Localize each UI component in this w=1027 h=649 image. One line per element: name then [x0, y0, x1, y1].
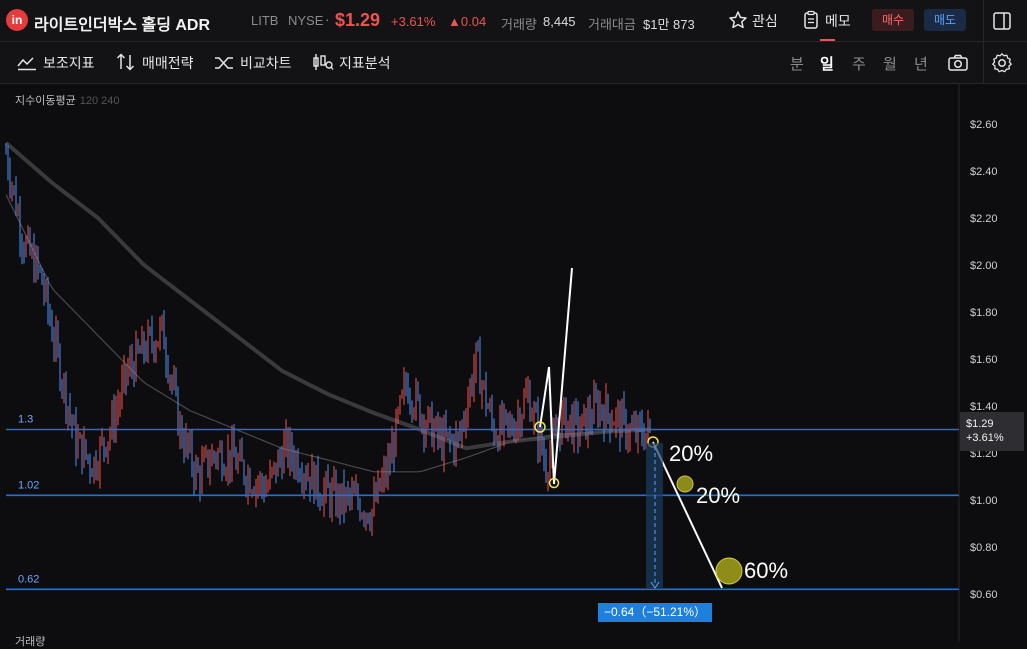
buy-button[interactable]: 매수	[872, 9, 914, 31]
settings-gear-icon[interactable]	[991, 52, 1013, 74]
period-week[interactable]: 주	[852, 53, 866, 74]
current-price: $1.29	[335, 10, 381, 30]
compare-label: 비교차트	[240, 55, 292, 71]
target-circle-large	[715, 557, 743, 585]
sell-button[interactable]: 매도	[924, 9, 966, 31]
y-tick-label: $2.60	[970, 119, 998, 131]
watchlist-button[interactable]: 관심	[728, 8, 778, 34]
candle-analysis-icon	[313, 54, 334, 70]
y-tick-label: $0.80	[970, 542, 998, 554]
horizontal-line-label: 1.3	[18, 414, 33, 426]
y-tick-label: $2.00	[970, 260, 998, 272]
annotation-20-second: 20%	[696, 483, 740, 508]
separator-dot: ·	[325, 11, 330, 27]
memo-label: 메모	[825, 13, 851, 29]
indicators-label: 보조지표	[43, 55, 95, 71]
camera-icon[interactable]	[947, 53, 969, 73]
chart-toolbar: 보조지표 매매전략 비교차트 지표분석 분 일 주 월 년	[0, 42, 1027, 84]
period-year[interactable]: 년	[914, 53, 928, 74]
change-amount: ▲0.04	[448, 14, 487, 29]
y-tick-label: $2.20	[970, 213, 998, 225]
price-tag-value: $1.29	[966, 418, 994, 430]
stock-logo-icon: in	[6, 9, 28, 31]
y-tick-label: $1.80	[970, 307, 998, 319]
horizontal-line-label: 0.62	[18, 573, 39, 585]
price-tag-change: +3.61%	[966, 432, 1004, 444]
analysis-button[interactable]: 지표분석	[312, 53, 391, 73]
up-down-arrows-icon	[116, 53, 135, 71]
stock-name: 라이트인더박스 홀딩 ADR	[34, 17, 211, 34]
amount-label: 거래대금	[588, 17, 636, 32]
period-day[interactable]: 일	[820, 53, 834, 74]
drawing-measure-range[interactable]	[646, 443, 663, 589]
compare-cross-icon	[215, 57, 233, 69]
y-tick-label: $1.00	[970, 495, 998, 507]
star-icon	[729, 11, 747, 29]
y-tick-label: $0.60	[970, 589, 998, 601]
ema-legend[interactable]: 지수이동평균 120 240	[15, 92, 120, 108]
measure-result-label: −0.64（−51.21%）	[598, 603, 712, 622]
indicators-button[interactable]: 보조지표	[17, 53, 95, 73]
exchange-label: NYSE	[288, 13, 324, 28]
watchlist-label: 관심	[752, 13, 778, 29]
header-bar: in 라이트인더박스 홀딩 ADR LITB NYSE · $1.29 +3.6…	[0, 0, 1027, 42]
horizontal-line-label: 1.02	[18, 479, 39, 491]
panel-divider	[983, 0, 984, 84]
strategy-label: 매매전략	[142, 55, 194, 71]
memo-icon	[804, 10, 818, 29]
volume-pane-label: 거래량	[15, 636, 46, 648]
compare-button[interactable]: 비교차트	[214, 53, 292, 73]
ticker-symbol: LITB	[251, 13, 279, 28]
indicator-chart-icon	[17, 57, 36, 71]
volume-label: 거래량	[501, 17, 537, 32]
price-chart[interactable]: $2.60$2.40$2.20$2.00$1.80$1.60$1.40$1.20…	[0, 84, 1027, 642]
current-price-tag: $1.29 +3.61%	[960, 412, 1024, 451]
panel-toggle-icon[interactable]	[992, 11, 1012, 31]
y-tick-label: $2.40	[970, 166, 998, 178]
ema-legend-title: 지수이동평균	[15, 95, 76, 107]
strategy-button[interactable]: 매매전략	[116, 53, 194, 73]
change-percent: +3.61%	[391, 14, 436, 29]
ema-legend-params: 120 240	[79, 95, 120, 107]
y-tick-label: $1.60	[970, 354, 998, 366]
volume-value: 8,445	[543, 14, 576, 29]
period-minute[interactable]: 분	[790, 53, 804, 74]
analysis-label: 지표분석	[339, 55, 391, 71]
target-circle-small	[676, 475, 694, 493]
memo-button[interactable]: 메모	[802, 8, 851, 34]
period-month[interactable]: 월	[883, 53, 897, 74]
annotation-20-first: 20%	[669, 441, 713, 466]
annotation-60: 60%	[744, 558, 788, 583]
active-period-underline	[820, 39, 835, 41]
amount-value: $1만 873	[643, 17, 695, 32]
